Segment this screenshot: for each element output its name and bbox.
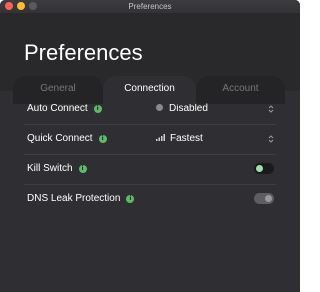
gray-dot-icon: [156, 104, 163, 111]
auto-connect-select[interactable]: Disabled: [156, 103, 208, 115]
auto-connect-value: Disabled: [169, 103, 208, 114]
window-title: Preferences: [128, 2, 172, 11]
kill-switch-toggle[interactable]: [254, 163, 274, 174]
up-down-chevron-icon[interactable]: [266, 134, 276, 144]
quick-connect-value: Fastest: [170, 133, 203, 144]
dns-leak-protection-row: DNS Leak Protection i: [24, 184, 276, 214]
preferences-window: Preferences Preferences General Connecti…: [0, 0, 300, 292]
kill-switch-row: Kill Switch i: [24, 154, 276, 185]
quick-connect-label: Quick Connect: [27, 133, 93, 144]
up-down-chevron-icon[interactable]: [266, 104, 276, 114]
info-icon[interactable]: i: [93, 105, 102, 113]
title-bar: Preferences: [0, 0, 300, 13]
dns-leak-protection-label: DNS Leak Protection: [27, 193, 121, 204]
toggle-knob: [265, 195, 272, 202]
page-title: Preferences: [24, 40, 143, 65]
preferences-header: Preferences General Connection Account: [0, 13, 300, 104]
kill-switch-label: Kill Switch: [27, 163, 73, 174]
info-icon[interactable]: i: [126, 195, 135, 203]
info-icon[interactable]: i: [98, 135, 107, 143]
quick-connect-row: Quick Connect i Fastest: [24, 124, 276, 155]
tab-connection[interactable]: Connection: [103, 76, 196, 104]
dns-leak-protection-toggle[interactable]: [254, 193, 274, 204]
quick-connect-select[interactable]: Fastest: [156, 133, 203, 145]
signal-bars-icon: [156, 134, 165, 141]
toggle-knob: [256, 165, 263, 172]
info-icon[interactable]: i: [78, 165, 87, 173]
auto-connect-label: Auto Connect: [27, 103, 88, 114]
